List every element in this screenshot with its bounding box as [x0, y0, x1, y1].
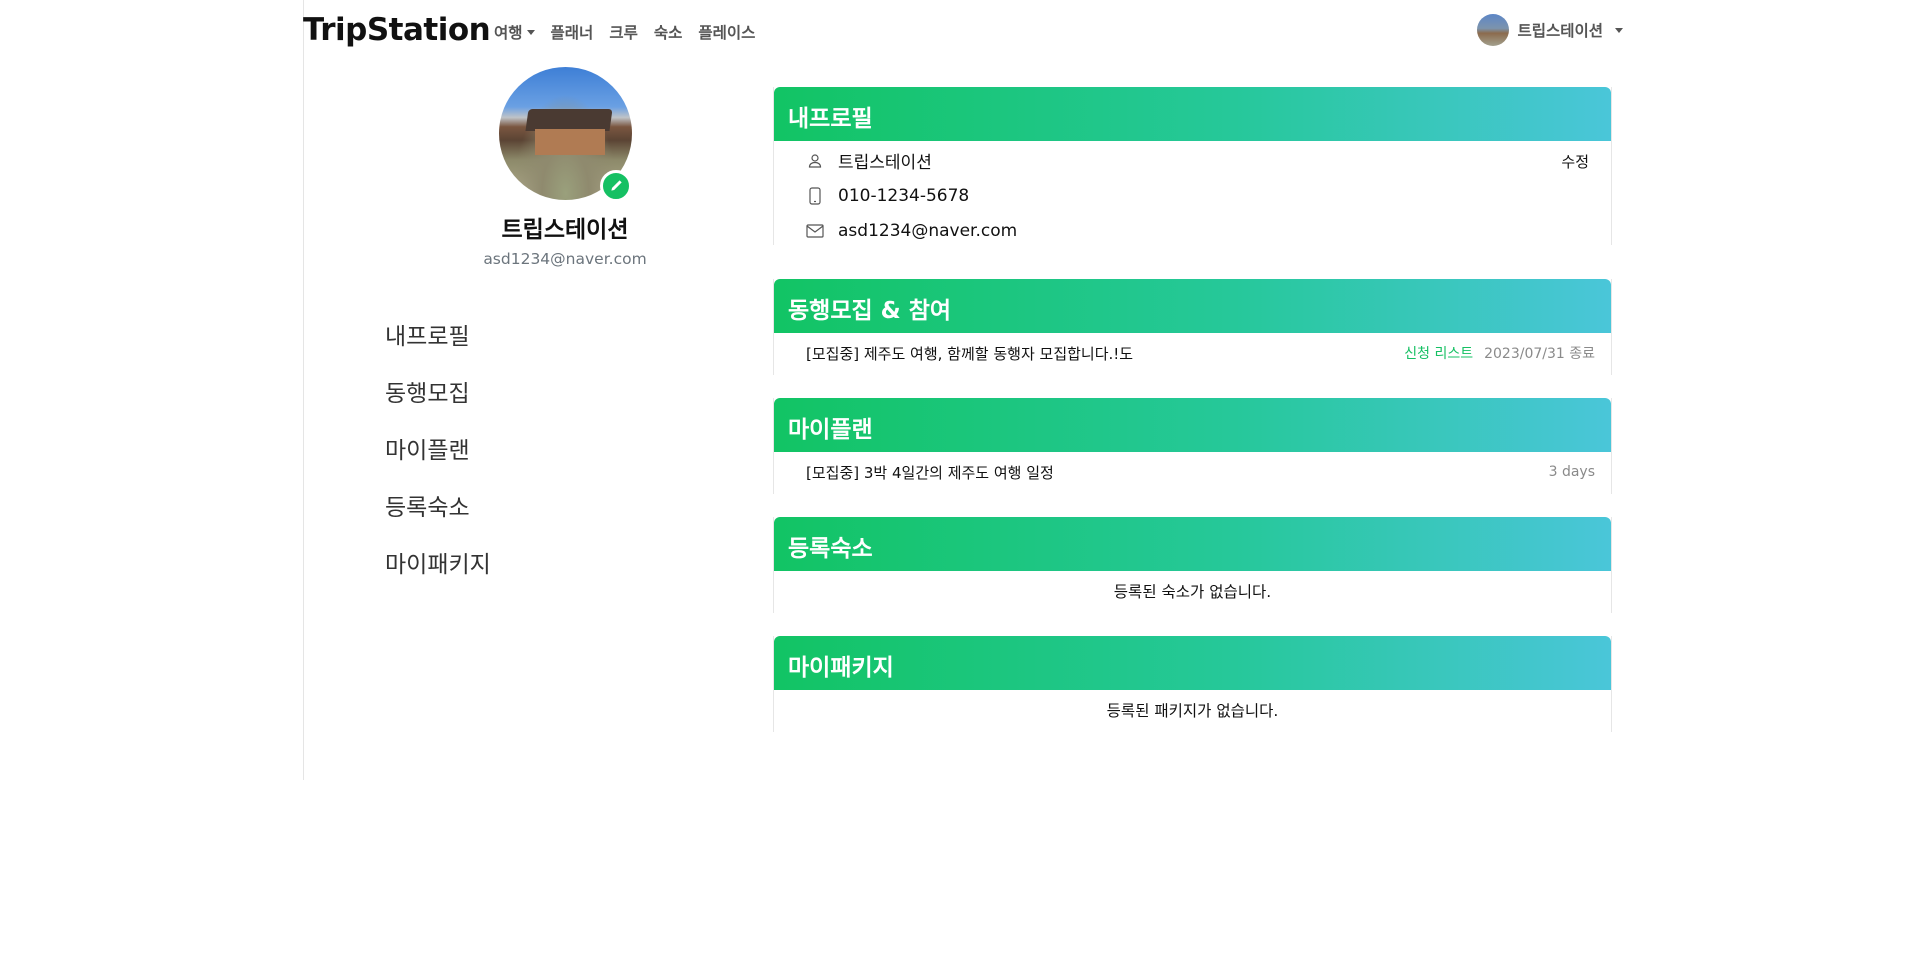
list-item: [모집중] 3박 4일간의 제주도 여행 일정 3 days [774, 452, 1611, 492]
profile-name: 트립스테이션 [501, 217, 629, 243]
nav-item-place[interactable]: 플레이스 [698, 21, 755, 43]
lodging-card: 등록숙소 등록된 숙소가 없습니다. [773, 517, 1612, 613]
user-menu-dropdown[interactable]: 트립스테이션 [1477, 14, 1623, 46]
profile-avatar [498, 67, 632, 202]
nav-item-label: 숙소 [653, 24, 683, 42]
nav-item-label: 플래너 [550, 24, 594, 42]
pencil-icon[interactable] [599, 170, 632, 202]
nav-item-lodging[interactable]: 숙소 [654, 21, 683, 43]
applicants-list-link[interactable]: 신청 리스트 [1404, 343, 1473, 363]
my-profile-card: 내프로필 수정 트립스테이션 010-1234-5678 asd1234@nav… [773, 87, 1612, 245]
sidebar-menu: 내프로필 동행모집 마이플랜 등록숙소 마이패키지 [385, 317, 491, 602]
nav-item-label: 여행 [494, 24, 523, 42]
edit-profile-link[interactable]: 수정 [1561, 151, 1589, 172]
nav-item-label: 플레이스 [698, 24, 756, 42]
card-title: 동행모집 & 참여 [774, 279, 1611, 333]
nav-item-label: 크루 [609, 24, 638, 42]
card-body: 등록된 숙소가 없습니다. [774, 571, 1611, 611]
card-body: [모집중] 제주도 여행, 함께할 동행자 모집합니다.!도 신청 리스트 20… [774, 333, 1611, 373]
empty-message: 등록된 패키지가 없습니다. [1106, 702, 1279, 720]
email-value: asd1234@naver.com [838, 220, 1018, 241]
chevron-down-icon [526, 29, 535, 35]
plan-title[interactable]: [모집중] 3박 4일간의 제주도 여행 일정 [806, 462, 1549, 483]
user-menu-label: 트립스테이션 [1517, 22, 1603, 40]
avatar-image-detail [534, 129, 605, 155]
sidebar-item-my-plan[interactable]: 마이플랜 [385, 431, 491, 488]
profile-email: asd1234@naver.com [483, 250, 647, 268]
crew-post-title[interactable]: [모집중] 제주도 여행, 함께할 동행자 모집합니다.!도 [806, 343, 1404, 364]
sidebar-item-crew[interactable]: 동행모집 [385, 374, 491, 431]
my-plan-card: 마이플랜 [모집중] 3박 4일간의 제주도 여행 일정 3 days [773, 398, 1612, 494]
nickname-value: 트립스테이션 [838, 153, 932, 173]
top-navbar: TripStation 여행 플래너 크루 숙소 플레이스 트립스테이션 [303, 0, 1623, 64]
phone-row: 010-1234-5678 [774, 178, 1611, 213]
sidebar-item-lodging[interactable]: 등록숙소 [385, 488, 491, 545]
card-title: 마이플랜 [774, 398, 1611, 452]
nav-item-planner[interactable]: 플래너 [551, 21, 594, 43]
email-row: asd1234@naver.com [774, 213, 1611, 248]
card-title: 마이패키지 [774, 636, 1611, 690]
envelope-icon [806, 222, 824, 240]
card-title: 내프로필 [774, 87, 1611, 141]
nav-item-travel[interactable]: 여행 [494, 21, 535, 43]
profile-summary: 트립스테이션 asd1234@naver.com [430, 67, 700, 268]
avatar [1477, 14, 1510, 46]
empty-message: 등록된 숙소가 없습니다. [1113, 583, 1272, 601]
chevron-down-icon [1615, 27, 1623, 33]
avatar-image-detail [524, 109, 613, 131]
crew-card: 동행모집 & 참여 [모집중] 제주도 여행, 함께할 동행자 모집합니다.!도… [773, 279, 1612, 375]
main-nav: 여행 플래너 크루 숙소 플레이스 [494, 21, 755, 43]
plan-duration: 3 days [1548, 464, 1595, 480]
nav-item-crew[interactable]: 크루 [609, 21, 638, 43]
card-title: 등록숙소 [774, 517, 1611, 571]
sidebar-item-package[interactable]: 마이패키지 [385, 545, 491, 602]
person-icon [806, 152, 824, 170]
list-item: [모집중] 제주도 여행, 함께할 동행자 모집합니다.!도 신청 리스트 20… [774, 333, 1611, 373]
nickname-row: 트립스테이션 [774, 143, 1611, 178]
brand-logo[interactable]: TripStation [303, 12, 491, 48]
sidebar-item-my-profile[interactable]: 내프로필 [385, 317, 491, 374]
card-body: 등록된 패키지가 없습니다. [774, 690, 1611, 730]
card-body: 수정 트립스테이션 010-1234-5678 asd1234@naver.co… [774, 141, 1611, 248]
phone-icon [806, 186, 824, 205]
package-card: 마이패키지 등록된 패키지가 없습니다. [773, 636, 1612, 732]
card-body: [모집중] 3박 4일간의 제주도 여행 일정 3 days [774, 452, 1611, 492]
phone-value: 010-1234-5678 [838, 185, 970, 206]
crew-post-deadline: 2023/07/31 종료 [1484, 346, 1595, 362]
